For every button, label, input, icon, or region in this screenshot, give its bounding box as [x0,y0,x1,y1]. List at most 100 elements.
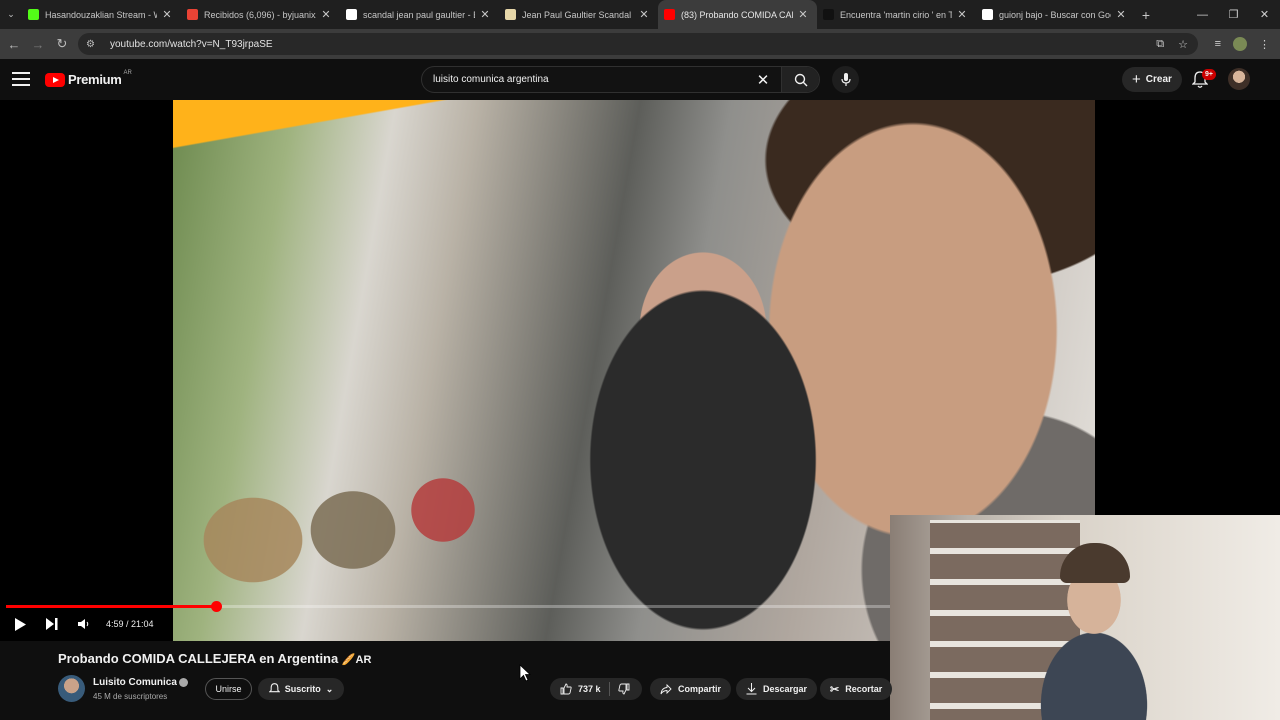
browser-tab[interactable]: scandal jean paul gaultier - Bu ✕ [340,0,499,29]
download-button[interactable]: Descargar [736,678,818,700]
subscriber-count: 45 M de suscriptores [93,692,168,701]
download-icon [746,683,757,695]
tab-list: Hasandouzaklian Stream - Wat ✕ Recibidos (… [22,0,1135,29]
join-button[interactable]: Unirse [205,678,252,700]
plus-icon: + [1132,71,1141,88]
create-label: Crear [1145,74,1172,85]
browser-menu-icon[interactable]: ⋮ [1259,38,1270,51]
tab-title: Jean Paul Gaultier Scandal Pou [522,9,634,20]
tab-favicon-icon [823,9,834,20]
notification-badge: 9+ [1202,69,1216,80]
search-icon [794,73,807,86]
subscribed-button[interactable]: Suscrito ⌄ [258,678,344,700]
tab-close-icon[interactable]: ✕ [797,8,809,21]
search-box[interactable]: luisito comunica argentina ✕ [421,66,820,93]
close-window-icon[interactable]: ✕ [1249,0,1280,29]
video-title-suffix: 🥖AR [341,654,372,666]
player-controls: 4:59 / 21:04 [0,613,154,635]
play-icon [15,617,26,631]
tab-close-icon[interactable]: ✕ [1115,8,1127,21]
country-code: AR [123,69,132,76]
channel-name[interactable]: Luisito Comunica [93,677,177,688]
share-label: Compartir [678,684,722,694]
tab-close-icon[interactable]: ✕ [320,8,332,21]
reload-icon[interactable]: ↻ [50,32,74,56]
browser-tab[interactable]: Recibidos (6,096) - byjuanixx@ ✕ [181,0,340,29]
channel-avatar[interactable] [58,675,85,702]
chevron-down-icon: ⌄ [325,683,334,694]
reading-list-icon[interactable]: ≡ [1215,38,1221,50]
forward-icon[interactable]: → [26,32,50,56]
restore-icon[interactable]: ❐ [1218,0,1249,29]
tab-favicon-icon [28,9,39,20]
tab-title: Hasandouzaklian Stream - Wat [45,9,157,20]
verified-badge-icon [179,678,188,687]
browser-tab[interactable]: (83) Probando COMIDA CALLEJ ✕ [658,0,817,29]
dislike-icon[interactable] [617,683,630,695]
next-icon [46,618,58,630]
clip-label: Recortar [845,684,883,694]
address-bar[interactable]: ⚙ youtube.com/watch?v=N_T93jrpaSE ⧉ ☆ [78,33,1198,55]
menu-icon[interactable] [12,72,30,86]
subscribed-label: Suscrito [284,684,321,694]
progress-scrubber-handle[interactable] [210,601,222,612]
next-button[interactable] [36,613,68,635]
tab-title: (83) Probando COMIDA CALLEJ [681,9,793,20]
tab-title: scandal jean paul gaultier - Bu [363,9,475,20]
search-input[interactable]: luisito comunica argentina [433,74,751,85]
youtube-logo[interactable]: Premium AR [45,69,132,87]
new-tab-button[interactable]: + [1135,7,1157,23]
tab-title: Encuentra 'martin cirio ' en Tik [840,9,952,20]
browser-toolbar: ← → ↻ ⚙ youtube.com/watch?v=N_T93jrpaSE … [0,29,1280,59]
scissors-icon: ✂ [830,683,840,696]
minimize-icon[interactable]: — [1187,0,1218,29]
like-icon[interactable] [560,683,572,695]
site-info-icon[interactable]: ⚙ [86,39,100,50]
video-title-text: Probando COMIDA CALLEJERA en Argentina [58,651,339,666]
clear-search-icon[interactable]: ✕ [751,71,775,89]
search-button[interactable] [781,67,819,92]
like-count[interactable]: 737 k [578,684,601,694]
tab-close-icon[interactable]: ✕ [479,8,491,21]
install-app-icon[interactable]: ⧉ [1156,38,1164,51]
tab-favicon-icon [187,9,198,20]
tab-close-icon[interactable]: ✕ [638,8,650,21]
browser-tab[interactable]: Jean Paul Gaultier Scandal Pou ✕ [499,0,658,29]
tab-favicon-icon [346,9,357,20]
tab-close-icon[interactable]: ✕ [161,8,173,21]
browser-tab[interactable]: Encuentra 'martin cirio ' en Tik ✕ [817,0,976,29]
volume-icon [78,619,89,629]
streamer-webcam-overlay [890,515,1280,720]
like-divider [608,682,610,696]
tab-title: Recibidos (6,096) - byjuanixx@ [204,9,316,20]
browser-tab[interactable]: Hasandouzaklian Stream - Wat ✕ [22,0,181,29]
tab-close-icon[interactable]: ✕ [956,8,968,21]
tab-title: guionj bajo - Buscar con Goog [999,9,1111,20]
tab-favicon-icon [505,9,516,20]
back-icon[interactable]: ← [2,32,26,56]
volume-button[interactable] [68,613,100,635]
video-title: Probando COMIDA CALLEJERA en Argentina 🥖… [58,651,371,666]
bookmark-star-icon[interactable]: ☆ [1178,38,1188,51]
profile-avatar-icon[interactable] [1233,37,1247,51]
url-text[interactable]: youtube.com/watch?v=N_T93jrpaSE [110,39,273,50]
tab-search-menu-icon[interactable]: ⌄ [0,0,22,29]
play-button[interactable] [4,613,36,635]
browser-tabstrip: ⌄ Hasandouzaklian Stream - Wat ✕ Recibidos… [0,0,1280,29]
video-player[interactable]: 4:59 / 21:04 [0,100,1280,720]
youtube-header: Premium AR luisito comunica argentina ✕ … [0,59,1280,100]
create-button[interactable]: + Crear [1122,67,1182,92]
clip-button[interactable]: ✂ Recortar [820,678,892,700]
account-avatar[interactable] [1228,68,1250,90]
tab-favicon-icon [982,9,993,20]
youtube-play-logo-icon [45,72,65,87]
progress-played [6,605,216,608]
browser-tab[interactable]: guionj bajo - Buscar con Goog ✕ [976,0,1135,29]
omnibox-actions: ⧉ ☆ [1156,33,1188,55]
voice-search-button[interactable] [832,66,859,93]
progress-bar[interactable] [6,601,890,612]
share-button[interactable]: Compartir [650,678,732,700]
share-icon [660,683,672,694]
bell-icon [268,683,280,693]
food-truck-awning [173,100,553,190]
